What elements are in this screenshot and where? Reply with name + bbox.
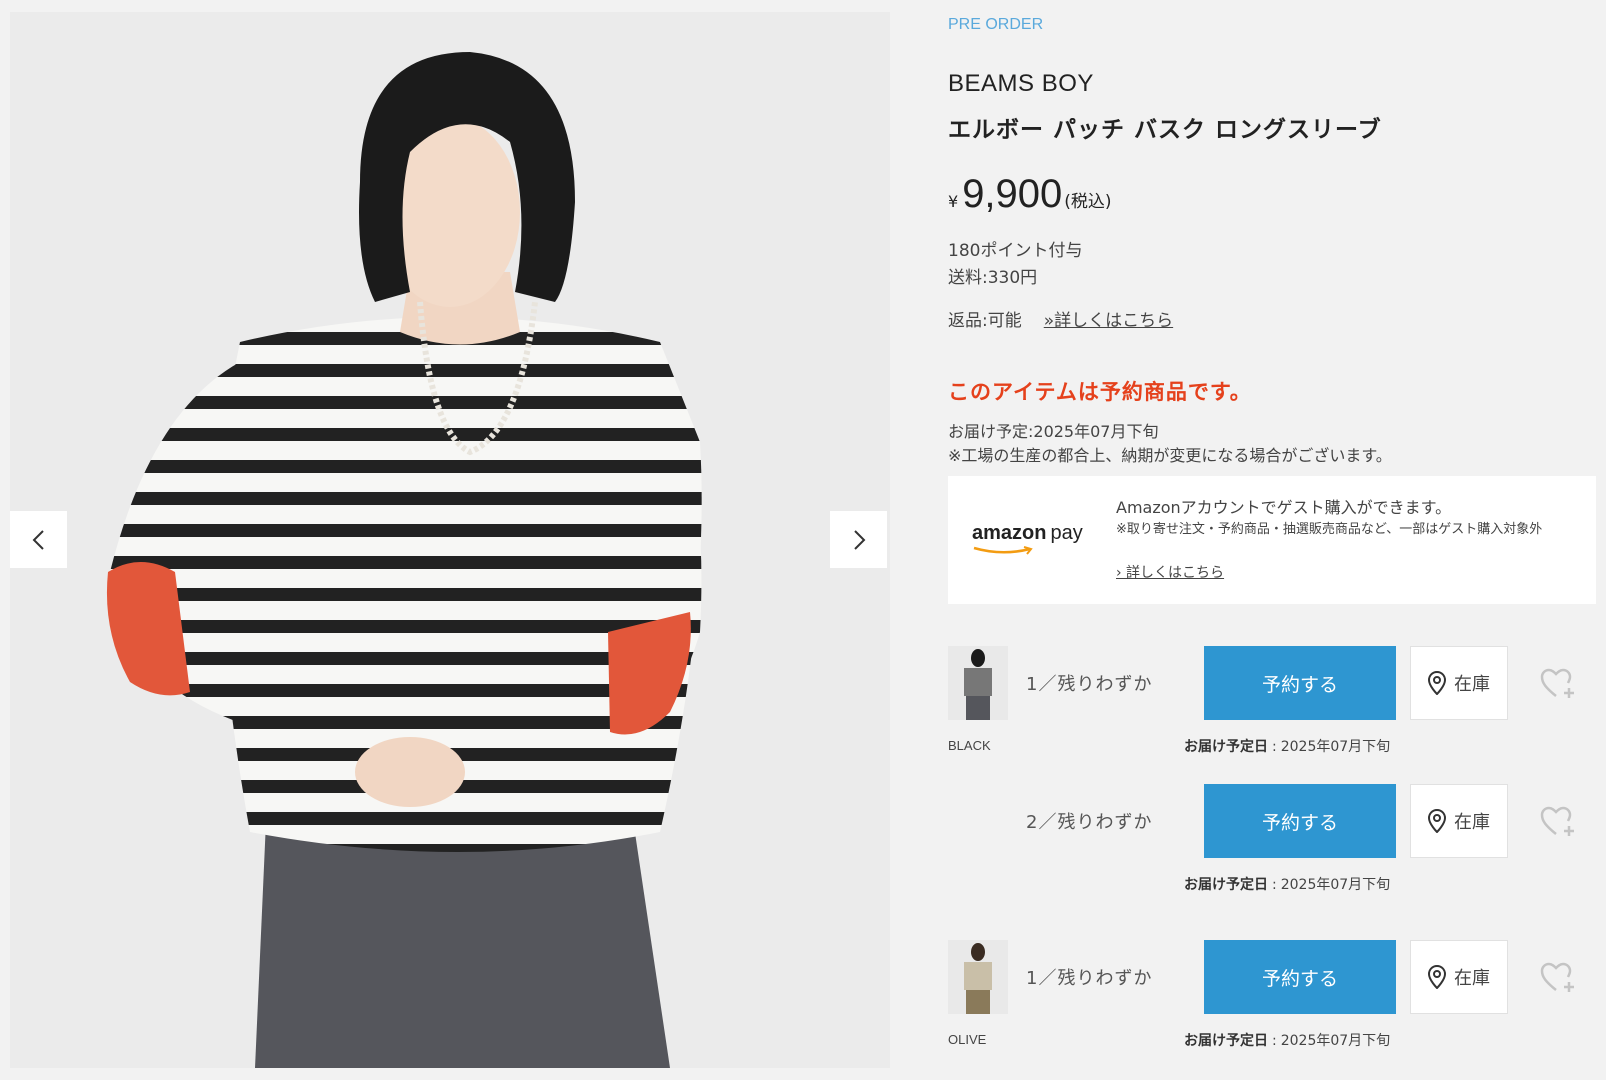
price-tax-label: (税込)	[1064, 192, 1112, 212]
product-info-panel: PRE ORDER BEAMS BOY エルボー パッチ バスク ロングスリーブ…	[948, 0, 1598, 1080]
product-photo	[10, 12, 890, 1068]
location-pin-icon	[1428, 671, 1446, 695]
reserve-button[interactable]: 予約する	[1204, 646, 1396, 720]
amazon-pay-logo: amazon pay	[972, 522, 1083, 544]
chevron-left-icon	[32, 529, 44, 550]
color-label: OLIVE	[948, 1032, 987, 1047]
store-stock-button[interactable]: 在庫	[1410, 646, 1508, 720]
color-swatch-thumbnail[interactable]	[948, 646, 1008, 720]
stock-status: 1／残りわずか	[1026, 674, 1153, 695]
stock-status: 1／残りわずか	[1026, 968, 1153, 989]
location-pin-icon	[1428, 965, 1446, 989]
returns-row: 返品:可能 »詳しくはこちら	[948, 306, 1173, 331]
delivery-date: お届け予定日:2025年07月下旬	[1184, 877, 1391, 893]
reserve-button[interactable]: 予約する	[1204, 784, 1396, 858]
pre-order-badge: PRE ORDER	[948, 16, 1044, 33]
price-currency: ¥	[948, 192, 959, 211]
points-text: 180ポイント付与	[948, 241, 1083, 261]
heart-plus-icon	[1540, 962, 1574, 992]
shipping-text: 送料:330円	[948, 268, 1038, 288]
delivery-note: ※工場の生産の都合上、納期が変更になる場合がございます。	[948, 446, 1392, 465]
store-stock-button[interactable]: 在庫	[1410, 940, 1508, 1014]
delivery-date: お届け予定日:2025年07月下旬	[1184, 739, 1391, 755]
price-value: 9,900	[962, 172, 1063, 216]
heart-plus-icon	[1540, 668, 1574, 698]
product-name: エルボー パッチ バスク ロングスリーブ	[948, 117, 1382, 143]
amazon-pay-details-link[interactable]: › 詳しくはこちら	[1116, 562, 1224, 582]
amazon-pay-note: ※取り寄せ注文・予約商品・抽選販売商品など、一部はゲスト購入対象外	[1116, 522, 1543, 537]
delivery-schedule: お届け予定:2025年07月下旬	[948, 422, 1159, 441]
stock-status: 2／残りわずか	[1026, 812, 1153, 833]
reserve-button[interactable]: 予約する	[1204, 940, 1396, 1014]
favorite-add-button[interactable]	[1538, 958, 1578, 998]
amazon-smile-icon	[973, 546, 1033, 555]
product-image-gallery	[10, 12, 890, 1068]
variant-row: OLIVE 1／残りわずか 予約する 在庫 お届け予定日:2025年07月下旬	[948, 940, 1598, 1080]
amazon-pay-box: amazon pay Amazonアカウントでゲスト購入ができます。 ※取り寄せ注…	[948, 476, 1596, 604]
delivery-date: お届け予定日:2025年07月下旬	[1184, 1033, 1391, 1049]
favorite-add-button[interactable]	[1538, 802, 1578, 842]
color-label: BLACK	[948, 738, 991, 753]
location-pin-icon	[1428, 809, 1446, 833]
color-swatch-thumbnail[interactable]	[948, 940, 1008, 1014]
gallery-prev-button[interactable]	[10, 511, 67, 568]
price: ¥ 9,900 (税込)	[948, 172, 1112, 217]
heart-plus-icon	[1540, 806, 1574, 836]
amazon-pay-title: Amazonアカウントでゲスト購入ができます。	[1116, 498, 1452, 517]
favorite-add-button[interactable]	[1538, 664, 1578, 704]
reservation-notice: このアイテムは予約商品です。	[948, 380, 1252, 404]
chevron-right-icon	[853, 529, 865, 550]
store-stock-button[interactable]: 在庫	[1410, 784, 1508, 858]
variant-row: BLACK 1／残りわずか 予約する 在庫 お届け予定日:2025年07月下旬	[948, 646, 1598, 786]
returns-details-link[interactable]: »詳しくはこちら	[1044, 306, 1173, 331]
variant-row: 2／残りわずか 予約する 在庫 お届け予定日:2025年07月下旬	[948, 784, 1598, 924]
returns-label: 返品:可能	[948, 311, 1022, 331]
brand-name[interactable]: BEAMS BOY	[948, 70, 1094, 98]
gallery-next-button[interactable]	[830, 511, 887, 568]
